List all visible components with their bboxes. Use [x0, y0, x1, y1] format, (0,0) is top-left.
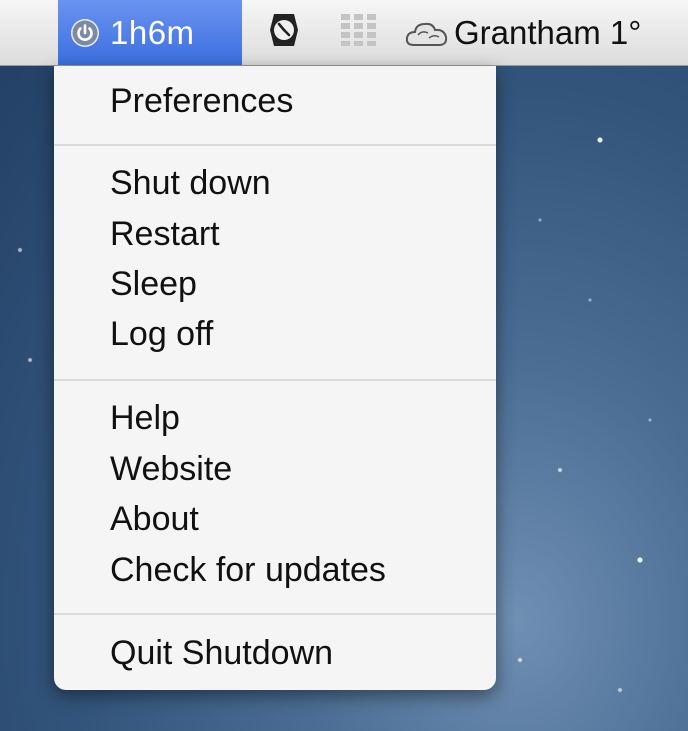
- grid-status-item[interactable]: [336, 0, 382, 65]
- menu-item-log-off[interactable]: Log off: [110, 317, 213, 351]
- menu-item-restart[interactable]: Restart: [110, 217, 220, 251]
- cloud-icon: [404, 17, 450, 49]
- menu-separator: [54, 379, 496, 381]
- menu-item-sleep[interactable]: Sleep: [110, 267, 197, 301]
- clock-status-item[interactable]: [262, 0, 306, 65]
- shutdown-timer-status-item[interactable]: 1h6m: [58, 0, 242, 65]
- weather-label: Grantham 1°: [454, 13, 642, 51]
- menu-item-check-for-updates[interactable]: Check for updates: [110, 553, 386, 587]
- menu-item-quit-shutdown[interactable]: Quit Shutdown: [110, 636, 333, 670]
- menu-bar: 1h6m Grantham 1°: [0, 0, 688, 66]
- menu-item-about[interactable]: About: [110, 502, 199, 536]
- menu-item-preferences[interactable]: Preferences: [110, 84, 293, 118]
- timer-label: 1h6m: [110, 13, 195, 51]
- weather-status-item[interactable]: Grantham 1°: [404, 0, 641, 65]
- power-icon: [70, 18, 100, 48]
- menu-item-website[interactable]: Website: [110, 452, 232, 486]
- menu-separator: [54, 144, 496, 146]
- menu-item-help[interactable]: Help: [110, 401, 180, 435]
- menu-separator: [54, 613, 496, 615]
- grid-icon: [339, 12, 379, 53]
- menu-item-shut-down[interactable]: Shut down: [110, 166, 271, 200]
- shutdown-dropdown-menu: Preferences Shut down Restart Sleep Log …: [54, 66, 496, 690]
- clock-icon: [268, 10, 300, 55]
